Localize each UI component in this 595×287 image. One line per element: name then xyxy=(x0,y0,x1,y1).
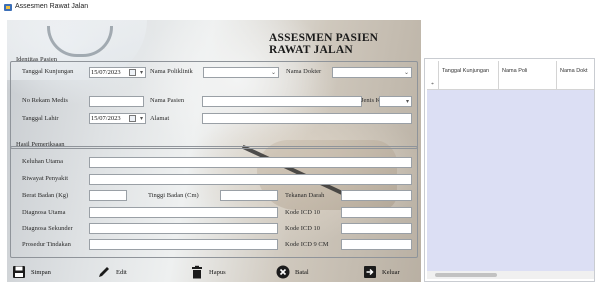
tgl-lahir-label: Tanggal Lahir xyxy=(22,115,59,122)
tekanan-input[interactable] xyxy=(341,190,412,201)
batal-label: Batal xyxy=(295,268,309,276)
edit-label: Edit xyxy=(116,268,127,276)
keluar-label: Keluar xyxy=(382,268,400,276)
dropdown-arrow-icon[interactable]: ▾ xyxy=(140,115,143,123)
alamat-label: Alamat xyxy=(150,115,170,122)
dropdown-arrow-icon[interactable]: ▾ xyxy=(140,69,143,77)
keluhan-label: Keluhan Utama xyxy=(22,158,63,165)
grid-cell[interactable] xyxy=(557,81,594,89)
exit-icon xyxy=(364,266,376,278)
nama-pasien-input[interactable] xyxy=(202,96,362,107)
window-titlebar: Assesmen Rawat Jalan xyxy=(0,0,595,16)
grid-body xyxy=(427,81,594,272)
hapus-button[interactable]: Hapus xyxy=(190,264,226,280)
icd-sekunder-input[interactable] xyxy=(341,223,412,234)
grid-header: Tanggal Kunjungan Nama Poli Nama Dokt xyxy=(427,61,594,81)
grid-cell[interactable] xyxy=(499,81,557,89)
pencil-icon xyxy=(99,267,109,277)
cancel-icon xyxy=(276,265,290,279)
save-icon xyxy=(13,266,25,278)
dropdown-arrow-icon[interactable]: ▾ xyxy=(406,98,409,106)
trash-icon xyxy=(192,265,202,279)
diag-utama-label: Diagnosa Utama xyxy=(22,209,66,216)
calendar-icon[interactable] xyxy=(129,69,136,76)
tgl-lahir-picker[interactable]: 15/07/2023 ▾ xyxy=(89,113,146,124)
tgl-lahir-value: 15/07/2023 xyxy=(91,115,121,122)
dropdown-arrow-icon[interactable]: ⌄ xyxy=(404,69,409,77)
grid-col-nama-poli[interactable]: Nama Poli xyxy=(499,61,557,81)
nama-poli-label: Nama Poliklinik xyxy=(150,68,193,75)
group-hasil-label: Hasil Pemeriksaan xyxy=(16,141,65,148)
icd9-input[interactable] xyxy=(341,239,412,250)
grid-new-row[interactable]: * xyxy=(427,81,594,90)
jenis-kelamin-select[interactable]: ▾ xyxy=(379,96,412,107)
form-title: ASSESMEN PASIEN RAWAT JALAN xyxy=(269,32,379,56)
icd9-label: Kode ICD 9 CM xyxy=(285,241,329,248)
simpan-label: Simpan xyxy=(31,268,51,276)
grid-corner xyxy=(427,61,439,81)
grid-col-nama-dokter[interactable]: Nama Dokt xyxy=(557,61,594,81)
tgl-kunjungan-label: Tanggal Kunjungan xyxy=(22,68,74,75)
riwayat-label: Riwayat Penyakit xyxy=(22,175,69,182)
nama-dokter-label: Nama Dokter xyxy=(286,68,322,75)
batal-button[interactable]: Batal xyxy=(276,264,309,280)
edit-button[interactable]: Edit xyxy=(97,264,127,280)
nama-pasien-label: Nama Pasien xyxy=(150,97,185,104)
prosedur-label: Prosedur Tindakan xyxy=(22,241,71,248)
tekanan-label: Tekanan Darah xyxy=(285,192,325,199)
keluar-button[interactable]: Keluar xyxy=(363,264,400,280)
icd-utama-input[interactable] xyxy=(341,207,412,218)
group-identitas-label: Identitas Pasien xyxy=(16,56,57,63)
tinggi-label: Tinggi Badan (Cm) xyxy=(148,192,199,199)
hapus-label: Hapus xyxy=(209,268,226,276)
dropdown-arrow-icon[interactable]: ⌄ xyxy=(271,69,276,77)
diag-utama-input[interactable] xyxy=(89,207,278,218)
diag-sekunder-input[interactable] xyxy=(89,223,278,234)
scrollbar-thumb[interactable] xyxy=(435,273,497,277)
grid-horizontal-scrollbar[interactable] xyxy=(427,271,594,279)
tinggi-input[interactable] xyxy=(220,190,278,201)
tgl-kunjungan-value: 15/07/2023 xyxy=(91,69,121,76)
kunjungan-grid[interactable]: Tanggal Kunjungan Nama Poli Nama Dokt * xyxy=(424,58,595,282)
riwayat-input[interactable] xyxy=(89,174,412,185)
icd-utama-label: Kode ICD 10 xyxy=(285,209,321,216)
keluhan-input[interactable] xyxy=(89,157,412,168)
nama-poli-select[interactable]: ⌄ xyxy=(203,67,279,78)
no-rekam-medis-input[interactable] xyxy=(89,96,144,107)
grid-cell[interactable] xyxy=(439,81,499,89)
tgl-kunjungan-picker[interactable]: 15/07/2023 ▾ xyxy=(89,67,146,78)
alamat-input[interactable] xyxy=(202,113,412,124)
calendar-icon[interactable] xyxy=(129,115,136,122)
icd-sekunder-label: Kode ICD 10 xyxy=(285,225,321,232)
grid-col-tanggal[interactable]: Tanggal Kunjungan xyxy=(439,61,499,81)
berat-label: Berat Badan (Kg) xyxy=(22,192,69,199)
window-title: Assesmen Rawat Jalan xyxy=(15,3,89,10)
berat-input[interactable] xyxy=(89,190,127,201)
simpan-button[interactable]: Simpan xyxy=(12,264,51,280)
form-area: ASSESMEN PASIEN RAWAT JALAN Identitas Pa… xyxy=(7,20,421,282)
prosedur-input[interactable] xyxy=(89,239,278,250)
no-rekam-medis-label: No Rekam Medis xyxy=(22,97,68,104)
diag-sekunder-label: Diagnosa Sekunder xyxy=(22,225,73,232)
nama-dokter-select[interactable]: ⌄ xyxy=(332,67,412,78)
new-row-marker: * xyxy=(427,81,439,89)
app-icon xyxy=(4,4,12,11)
